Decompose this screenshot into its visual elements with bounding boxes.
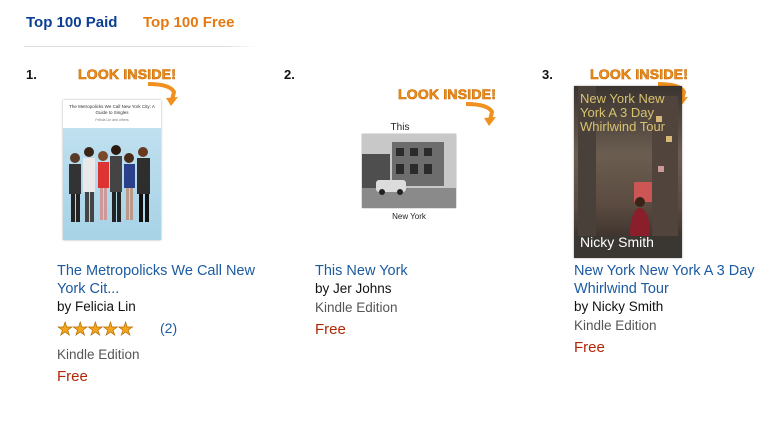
rank-number: 2. bbox=[284, 67, 295, 82]
bestseller-item: 1. LOOK INSIDE! The Metropolicks We Call… bbox=[26, 62, 256, 422]
cover-heading: The Metropolicks We Call New York City: … bbox=[69, 104, 155, 115]
star-rating[interactable]: ★★★★★ bbox=[57, 319, 134, 340]
author-name: by Nicky Smith bbox=[574, 299, 664, 314]
cover-photo bbox=[362, 134, 456, 208]
cover-subheading: Felicia Lin and others bbox=[95, 118, 129, 122]
format-label: Kindle Edition bbox=[315, 300, 398, 315]
bestseller-item: 2. LOOK INSIDE! This New York This New Y… bbox=[284, 62, 514, 422]
format-label: Kindle Edition bbox=[574, 318, 657, 333]
book-title-link[interactable]: This New York bbox=[315, 262, 515, 280]
rank-number: 1. bbox=[26, 67, 37, 82]
book-cover[interactable]: New York New York A 3 Day Whirlwind Tour… bbox=[574, 86, 682, 258]
rank-number: 3. bbox=[542, 67, 553, 82]
author-name: by Jer Johns bbox=[315, 281, 392, 296]
bestseller-item: 3. LOOK INSIDE! New York New York A 3 Da… bbox=[542, 62, 772, 422]
cover-author-text: Nicky Smith bbox=[580, 234, 654, 250]
cover-bottom-text: New York bbox=[392, 212, 426, 221]
price-label: Free bbox=[57, 368, 88, 385]
format-label: Kindle Edition bbox=[57, 347, 140, 362]
look-inside-arrow-icon bbox=[465, 102, 496, 126]
cover-top-text: This bbox=[390, 122, 410, 133]
price-label: Free bbox=[315, 321, 346, 338]
book-title-link[interactable]: The Metropolicks We Call New York Cit... bbox=[57, 262, 257, 298]
cover-photo bbox=[63, 128, 161, 240]
author-name: by Felicia Lin bbox=[57, 299, 136, 314]
tab-top-100-free[interactable]: Top 100 Free bbox=[143, 14, 234, 31]
cover-title-text: New York New York A 3 Day Whirlwind Tour bbox=[580, 91, 666, 134]
tab-divider bbox=[24, 46, 256, 47]
tab-top-100-paid[interactable]: Top 100 Paid bbox=[26, 14, 117, 31]
review-count-link[interactable]: (2) bbox=[160, 320, 177, 336]
book-cover[interactable]: This New York bbox=[360, 120, 458, 238]
price-label: Free bbox=[574, 339, 605, 356]
book-title-link[interactable]: New York New York A 3 Day Whirlwind Tour bbox=[574, 262, 774, 298]
book-cover[interactable]: The Metropolicks We Call New York City: … bbox=[63, 100, 161, 240]
